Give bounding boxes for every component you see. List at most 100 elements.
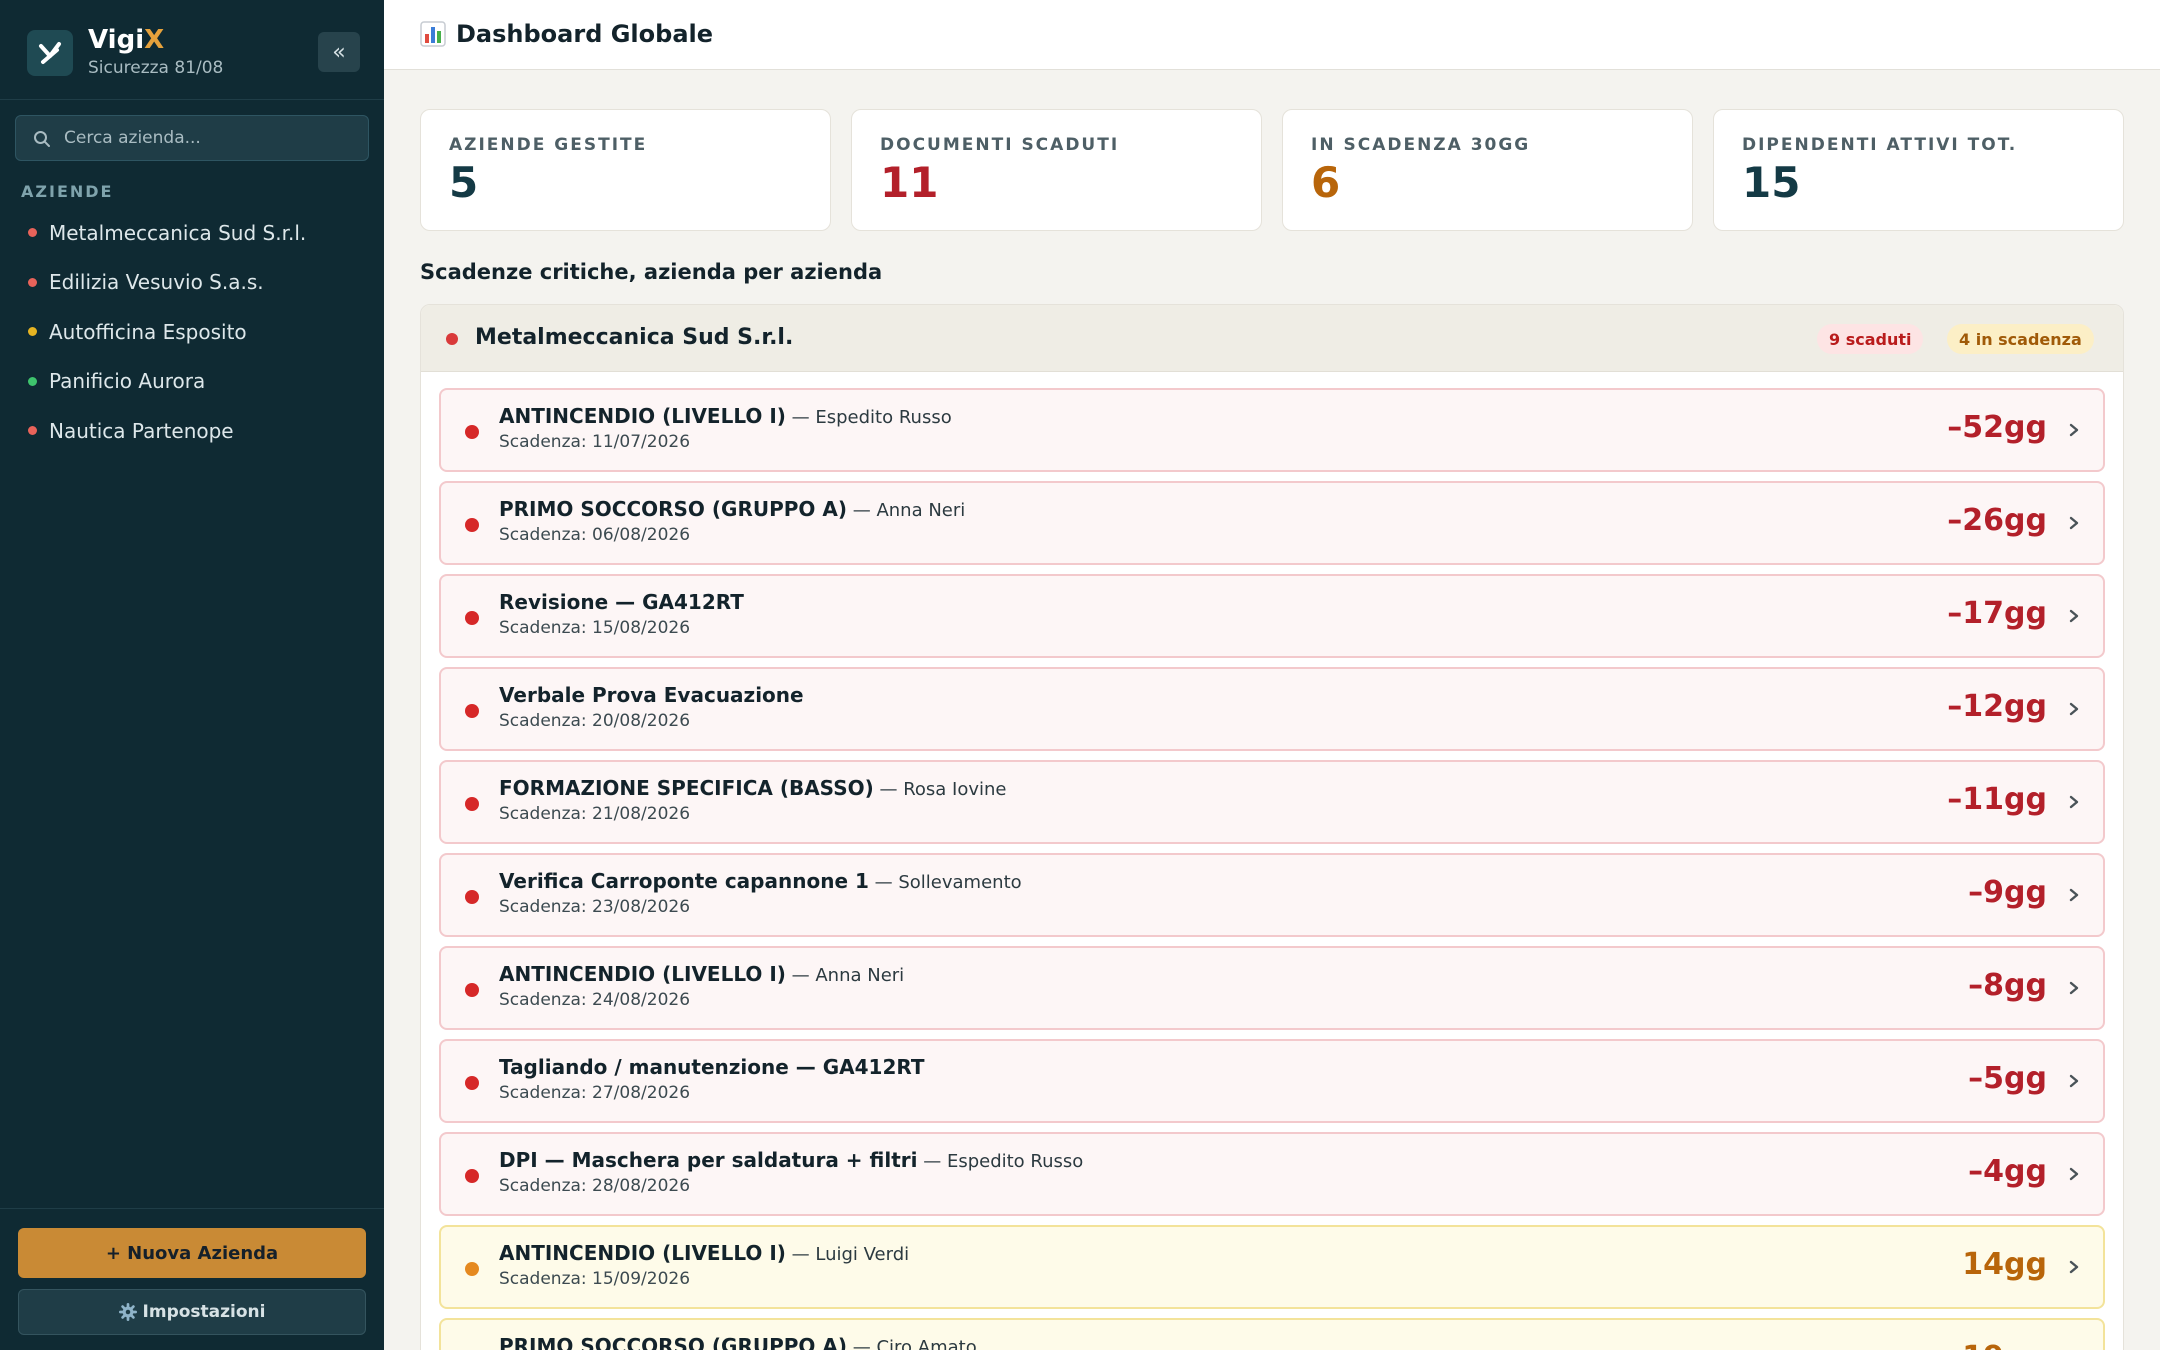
settings-label: Impostazioni	[142, 1302, 266, 1322]
page-title-text: Dashboard Globale	[456, 20, 714, 48]
deadline-subject: — Anna Neri	[847, 500, 966, 521]
stat-card-companies: AZIENDE GESTITE 5	[420, 109, 831, 231]
status-dot-icon	[465, 1262, 479, 1276]
stat-label: IN SCADENZA 30GG	[1311, 135, 1531, 155]
deadline-title: Tagliando / manutenzione — GA412RT	[499, 1055, 925, 1079]
deadline-date: Scadenza: 11/07/2026	[499, 432, 691, 452]
deadline-subject: — Espedito Russo	[785, 407, 952, 428]
status-dot-icon	[465, 890, 479, 904]
deadline-date: Scadenza: 28/08/2026	[499, 1176, 691, 1196]
stat-card-due-30-days: IN SCADENZA 30GG 6	[1282, 109, 1693, 231]
gear-icon	[118, 1303, 137, 1321]
app-logo-icon	[27, 30, 73, 76]
company-panel-header[interactable]: Metalmeccanica Sud S.r.l. 9 scaduti 4 in…	[421, 305, 2123, 372]
company-name: Autofficina Esposito	[49, 319, 247, 344]
status-dot-icon	[465, 1169, 479, 1183]
days-remaining: –12gg	[1947, 689, 2047, 724]
page-title: Dashboard Globale	[420, 20, 713, 48]
deadline-row[interactable]: PRIMO SOCCORSO (GRUPPO A) — Ciro Amato 19…	[439, 1318, 2105, 1350]
days-remaining: –5gg	[1968, 1061, 2047, 1096]
deadline-row[interactable]: ANTINCENDIO (LIVELLO I) — Anna Neri Scade…	[439, 946, 2105, 1030]
due-count-badge: 4 in scadenza	[1947, 324, 2094, 354]
company-name: Edilizia Vesuvio S.a.s.	[49, 270, 264, 295]
deadline-row[interactable]: Verifica Carroponte capannone 1 — Sollev…	[439, 853, 2105, 937]
company-panel-name: Metalmeccanica Sud S.r.l.	[475, 325, 794, 350]
deadline-row[interactable]: Tagliando / manutenzione — GA412RT Scaden…	[439, 1039, 2105, 1123]
days-remaining: –26gg	[1947, 503, 2047, 538]
deadline-row[interactable]: DPI — Maschera per saldatura + filtri — …	[439, 1132, 2105, 1216]
chevron-right-icon	[2069, 702, 2079, 716]
days-remaining: –9gg	[1968, 875, 2047, 910]
deadline-title: PRIMO SOCCORSO (GRUPPO A) — Anna Neri	[499, 497, 965, 521]
critical-deadlines-title: Scadenze critiche, azienda per azienda	[420, 260, 883, 284]
deadline-row[interactable]: ANTINCENDIO (LIVELLO I) — Luigi Verdi Sca…	[439, 1225, 2105, 1309]
status-dot-icon	[28, 228, 37, 238]
deadline-title: PRIMO SOCCORSO (GRUPPO A) — Ciro Amato	[499, 1334, 977, 1350]
deadline-name: Revisione — GA412RT	[499, 590, 744, 614]
search-icon	[34, 131, 50, 147]
stat-value: 15	[1742, 158, 1801, 207]
chevron-right-icon	[2069, 609, 2079, 623]
deadline-name: Verbale Prova Evacuazione	[499, 683, 804, 707]
settings-button[interactable]: Impostazioni	[18, 1289, 366, 1335]
chevron-right-icon	[2069, 981, 2079, 995]
deadline-subject: — Anna Neri	[785, 965, 905, 986]
deadline-title: ANTINCENDIO (LIVELLO I) — Luigi Verdi	[499, 1241, 909, 1265]
search-input[interactable]	[64, 116, 354, 160]
sidebar-item-company[interactable]: Metalmeccanica Sud S.r.l.	[0, 208, 384, 258]
sidebar-item-company[interactable]: Panificio Aurora	[0, 357, 384, 407]
sidebar-item-company[interactable]: Edilizia Vesuvio S.a.s.	[0, 258, 384, 308]
top-bar: Dashboard Globale	[384, 0, 2160, 70]
deadline-subject: — Luigi Verdi	[785, 1244, 910, 1265]
chevron-right-icon	[2069, 1167, 2079, 1181]
sidebar-item-company[interactable]: Nautica Partenope	[0, 406, 384, 456]
company-search[interactable]	[15, 115, 369, 161]
status-dot-icon	[465, 704, 479, 718]
company-deadlines-panel: Metalmeccanica Sud S.r.l. 9 scaduti 4 in…	[420, 304, 2124, 1350]
sidebar: VigiX Sicurezza 81/08 « AZIENDE Metalmec…	[0, 0, 384, 1350]
status-dot-icon	[465, 611, 479, 625]
status-dot-icon	[28, 426, 37, 436]
stat-card-expired-documents: DOCUMENTI SCADUTI 11	[851, 109, 1262, 231]
company-list: Metalmeccanica Sud S.r.l. Edilizia Vesuv…	[0, 208, 384, 456]
deadline-subject: — Espedito Russo	[917, 1151, 1084, 1172]
status-dot-icon	[28, 376, 37, 386]
deadline-title: Revisione — GA412RT	[499, 590, 744, 614]
days-remaining: 14gg	[1962, 1247, 2047, 1282]
deadline-row[interactable]: Verbale Prova Evacuazione Scadenza: 20/08…	[439, 667, 2105, 751]
collapse-sidebar-button[interactable]: «	[318, 32, 360, 72]
deadline-subject: — Sollevamento	[868, 872, 1022, 893]
days-remaining: –8gg	[1968, 968, 2047, 1003]
chevron-right-icon	[2069, 888, 2079, 902]
deadline-name: ANTINCENDIO (LIVELLO I)	[499, 962, 786, 986]
status-dot-icon	[28, 327, 37, 337]
deadline-title: FORMAZIONE SPECIFICA (BASSO) — Rosa Iovi…	[499, 776, 1007, 800]
deadline-title: ANTINCENDIO (LIVELLO I) — Anna Neri	[499, 962, 904, 986]
deadline-name: PRIMO SOCCORSO (GRUPPO A)	[499, 1334, 847, 1350]
deadline-date: Scadenza: 15/09/2026	[499, 1269, 691, 1289]
sidebar-item-company[interactable]: Autofficina Esposito	[0, 307, 384, 357]
brand-header: VigiX Sicurezza 81/08 «	[0, 0, 384, 100]
deadline-date: Scadenza: 24/08/2026	[499, 990, 691, 1010]
status-dot-icon	[465, 797, 479, 811]
bar-chart-icon	[420, 21, 446, 47]
status-dot-icon	[465, 518, 479, 532]
deadline-row[interactable]: ANTINCENDIO (LIVELLO I) — Espedito Russo…	[439, 388, 2105, 472]
new-company-button[interactable]: + Nuova Azienda	[18, 1228, 366, 1278]
stat-label: AZIENDE GESTITE	[449, 135, 648, 155]
days-remaining: –4gg	[1968, 1154, 2047, 1189]
deadline-row[interactable]: Revisione — GA412RT Scadenza: 15/08/2026 –…	[439, 574, 2105, 658]
deadline-list: ANTINCENDIO (LIVELLO I) — Espedito Russo…	[439, 388, 2105, 1350]
status-dot-icon	[446, 333, 458, 345]
deadline-name: DPI — Maschera per saldatura + filtri	[499, 1148, 918, 1172]
company-name: Panificio Aurora	[49, 369, 206, 394]
days-remaining: –17gg	[1947, 596, 2047, 631]
app-subtitle: Sicurezza 81/08	[88, 58, 224, 78]
deadline-date: Scadenza: 15/08/2026	[499, 618, 691, 638]
status-dot-icon	[465, 1076, 479, 1090]
chevron-right-icon	[2069, 795, 2079, 809]
deadline-name: FORMAZIONE SPECIFICA (BASSO)	[499, 776, 874, 800]
deadline-row[interactable]: FORMAZIONE SPECIFICA (BASSO) — Rosa Iovi…	[439, 760, 2105, 844]
deadline-name: Tagliando / manutenzione — GA412RT	[499, 1055, 925, 1079]
deadline-row[interactable]: PRIMO SOCCORSO (GRUPPO A) — Anna Neri Sca…	[439, 481, 2105, 565]
